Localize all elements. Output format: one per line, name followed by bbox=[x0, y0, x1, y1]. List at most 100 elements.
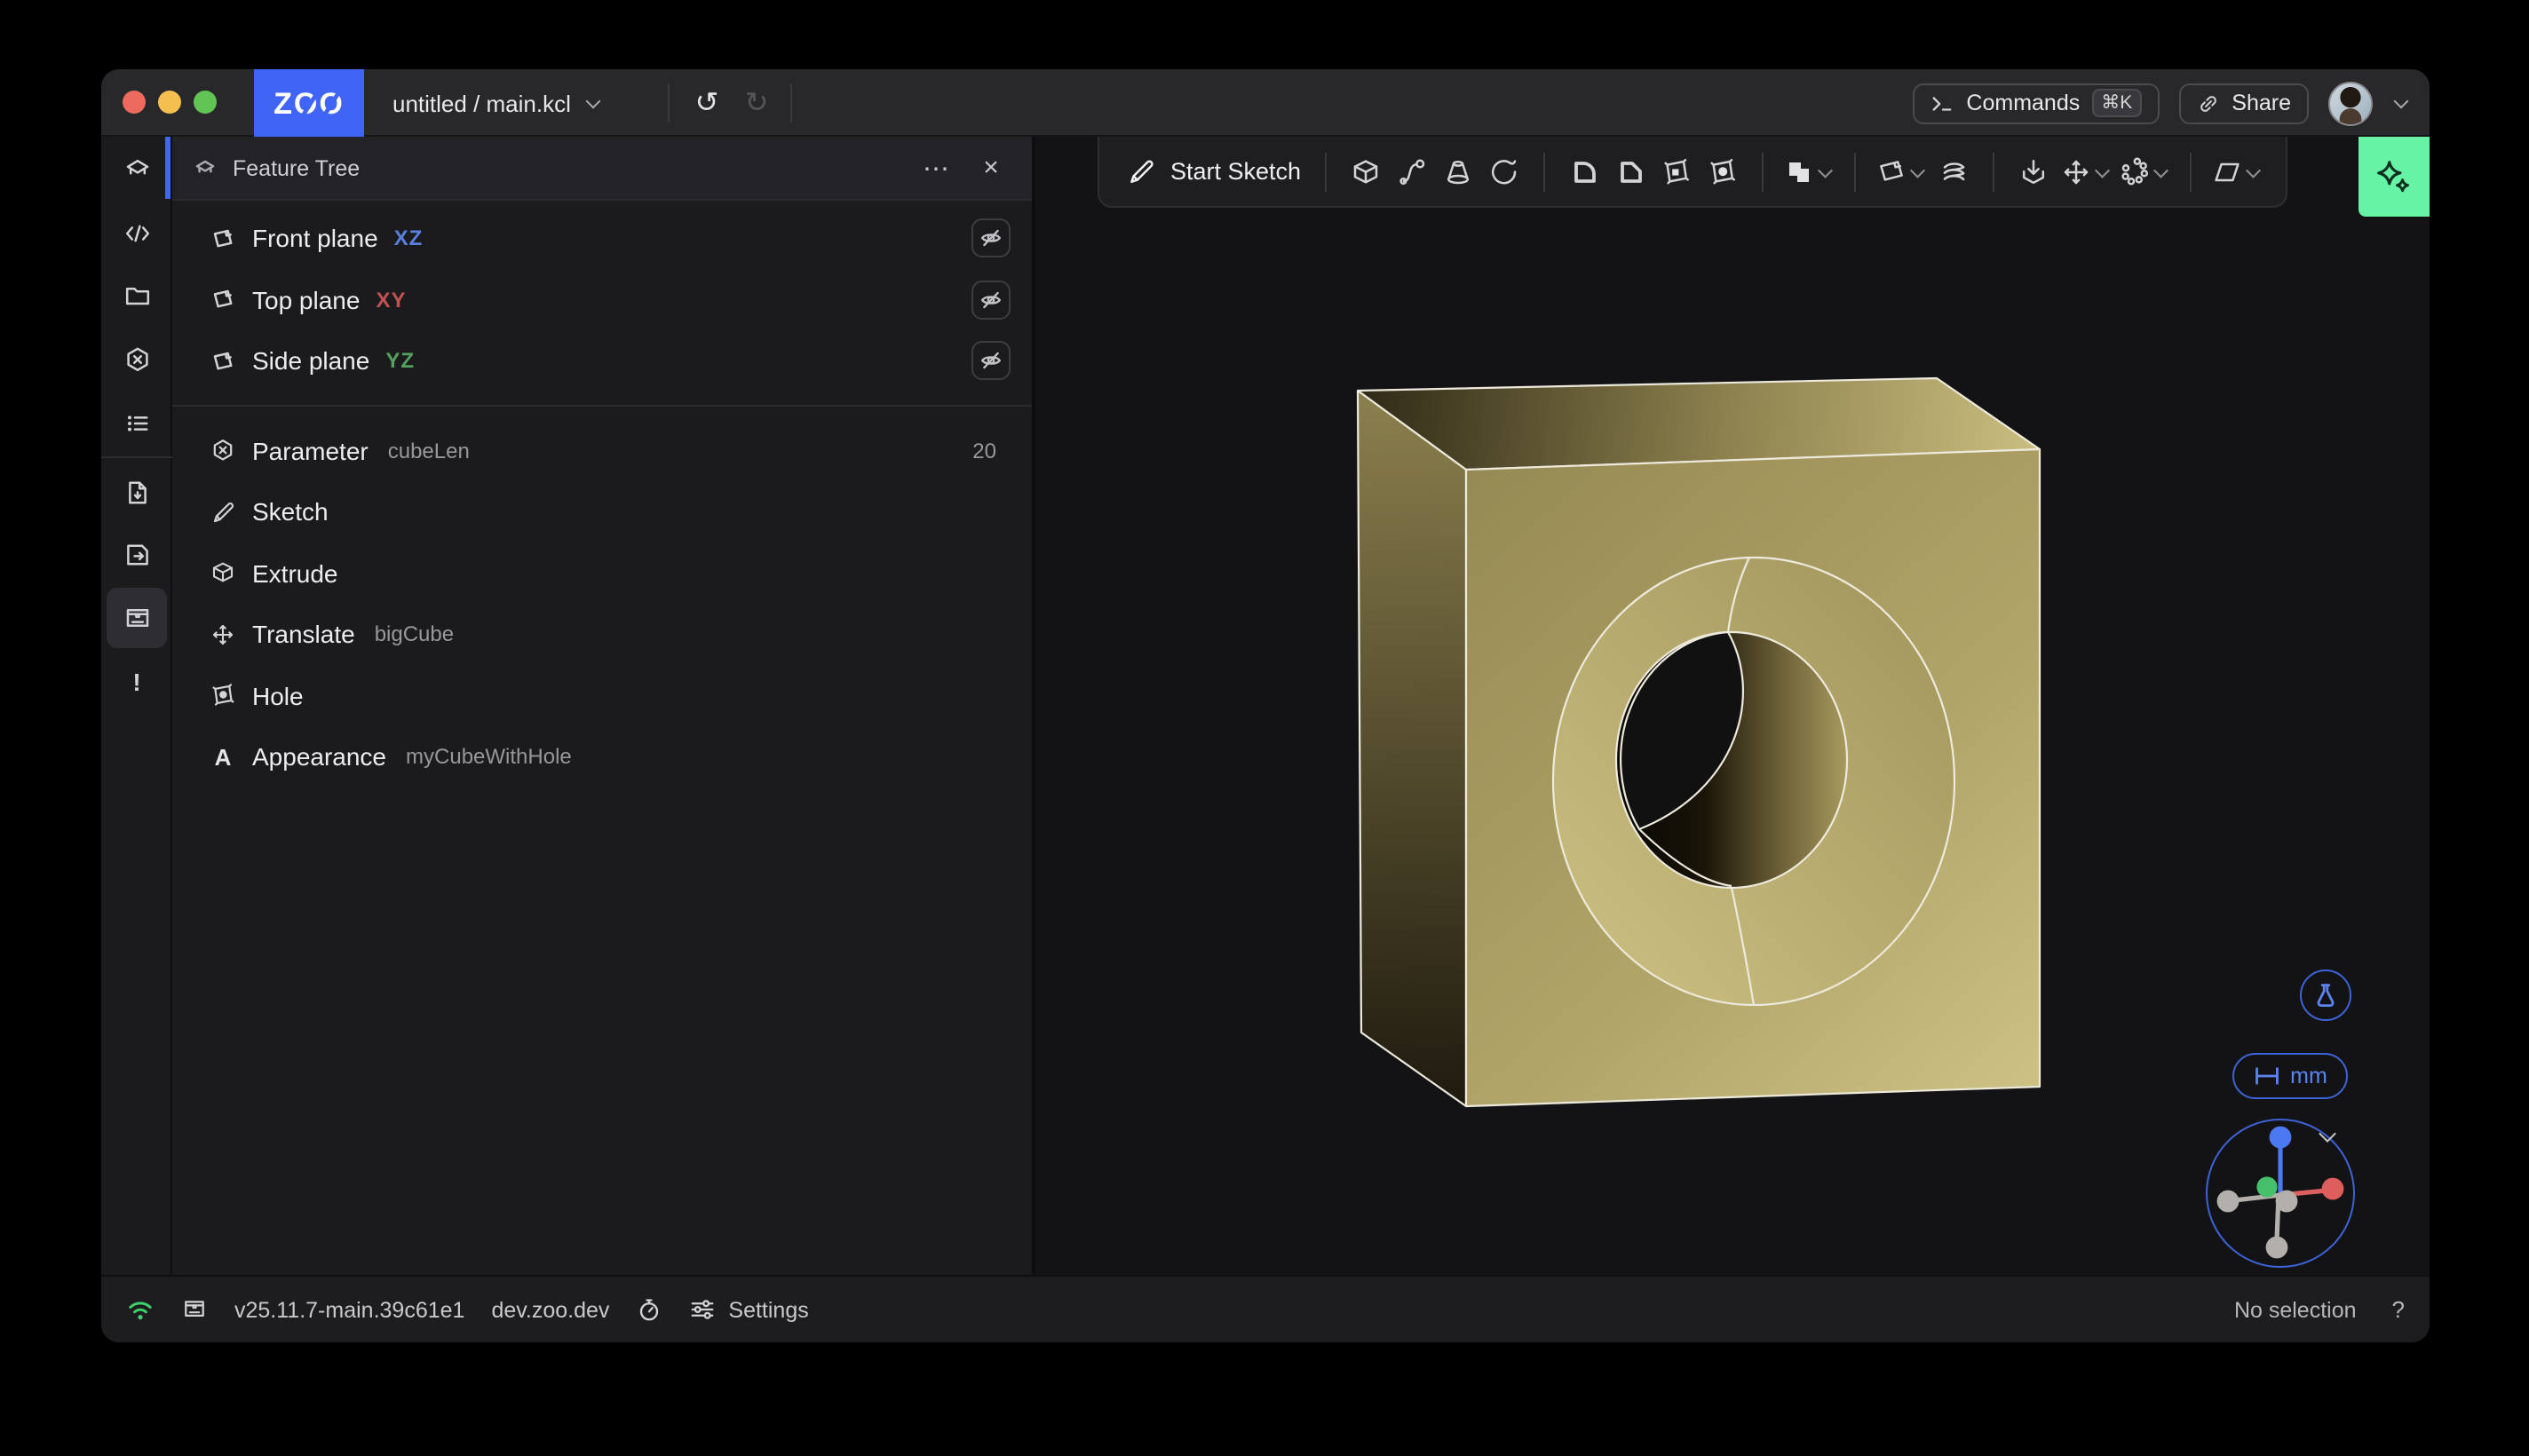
transform-button[interactable] bbox=[2056, 146, 2114, 196]
variables-hexagon-icon bbox=[122, 344, 152, 375]
sweep-button[interactable] bbox=[1388, 146, 1434, 196]
extrude-button[interactable] bbox=[1342, 146, 1388, 196]
tree-row-extrude[interactable]: Extrude bbox=[172, 542, 1032, 604]
sidebar-item-project-files[interactable] bbox=[107, 267, 167, 324]
gizmo-neg-x-dot[interactable] bbox=[2217, 1191, 2240, 1213]
gizmo-x-axis-dot[interactable] bbox=[2322, 1178, 2344, 1200]
feature-tree-list: Front plane XZ Top plane bbox=[172, 201, 1032, 787]
gizmo-y-axis-dot[interactable] bbox=[2256, 1176, 2277, 1197]
sidebar-item-logs[interactable] bbox=[107, 395, 167, 452]
project-name-menu[interactable]: untitled / main.kcl bbox=[392, 69, 601, 137]
viewport-3d[interactable]: Start Sketch bbox=[1035, 137, 2430, 1275]
flask-icon bbox=[2312, 982, 2339, 1009]
plane-label: Side plane bbox=[252, 347, 369, 376]
toolbar-divider bbox=[1992, 152, 1994, 191]
offset-plane-icon bbox=[1875, 155, 1907, 187]
tree-row-parameter[interactable]: Parameter cubeLen 20 bbox=[172, 420, 1032, 481]
user-avatar[interactable] bbox=[2328, 81, 2373, 125]
network-status-button[interactable] bbox=[126, 1296, 155, 1323]
project-name: untitled / main.kcl bbox=[392, 90, 571, 116]
construction-plane-button[interactable] bbox=[2207, 146, 2265, 196]
experimental-features-button[interactable] bbox=[2300, 969, 2351, 1021]
zoo-logo[interactable]: ZOO bbox=[254, 69, 364, 137]
feature-detail: bigCube bbox=[375, 622, 454, 647]
sidebar-item-variables[interactable] bbox=[107, 331, 167, 388]
undo-button[interactable]: ↺ bbox=[687, 83, 726, 123]
zoom-window-button[interactable] bbox=[194, 91, 217, 114]
revolve-button[interactable] bbox=[1480, 146, 1526, 196]
chamfer-button[interactable] bbox=[1606, 146, 1653, 196]
tree-row-translate[interactable]: Translate bigCube bbox=[172, 604, 1032, 665]
sidebar-item-report-a-bug[interactable]: ! bbox=[107, 653, 167, 710]
tree-row-sketch[interactable]: Sketch bbox=[172, 481, 1032, 542]
sidebar-item-make[interactable] bbox=[107, 588, 167, 648]
user-menu-chevron-icon[interactable] bbox=[2392, 95, 2408, 111]
commands-button[interactable]: Commands ⌘K bbox=[1913, 83, 2159, 123]
help-button[interactable]: ? bbox=[2392, 1296, 2405, 1323]
eye-slash-icon bbox=[979, 288, 1003, 313]
toggle-visibility-button[interactable] bbox=[971, 342, 1011, 381]
offset-plane-button[interactable] bbox=[1871, 146, 1930, 196]
boolean-button[interactable] bbox=[1779, 146, 1837, 196]
machines-button[interactable] bbox=[181, 1296, 208, 1323]
tree-row-top-plane[interactable]: Top plane XY bbox=[172, 269, 1032, 330]
redo-button[interactable]: ↻ bbox=[737, 83, 776, 123]
titlebar-divider bbox=[790, 83, 792, 123]
file-import-icon bbox=[122, 477, 152, 507]
helix-icon bbox=[1937, 155, 1969, 187]
feature-label: Parameter bbox=[252, 437, 369, 465]
shell-button[interactable] bbox=[1653, 146, 1699, 196]
panel-close-button[interactable]: × bbox=[971, 148, 1011, 187]
toggle-visibility-button[interactable] bbox=[971, 219, 1011, 258]
tree-row-front-plane[interactable]: Front plane XZ bbox=[172, 208, 1032, 269]
units-button[interactable]: mm bbox=[2232, 1053, 2348, 1099]
fillet-button[interactable] bbox=[1560, 146, 1606, 196]
tree-row-appearance[interactable]: A Appearance myCubeWithHole bbox=[172, 726, 1032, 787]
feature-tree-panel: Feature Tree ⋯ × Front plane XZ bbox=[172, 137, 1035, 1275]
chevron-down-icon bbox=[2153, 163, 2169, 179]
settings-button[interactable]: Settings bbox=[689, 1296, 808, 1323]
toolbar-divider bbox=[1761, 152, 1763, 191]
feature-tree-header: Feature Tree ⋯ × bbox=[172, 137, 1032, 201]
letter-a-icon: A bbox=[210, 744, 236, 771]
tree-divider bbox=[172, 404, 1032, 406]
telemetry-button[interactable] bbox=[636, 1296, 662, 1323]
sidebar-item-export[interactable] bbox=[107, 526, 167, 583]
loft-icon bbox=[1441, 155, 1473, 187]
share-button[interactable]: Share bbox=[2178, 83, 2309, 123]
tree-row-hole[interactable]: Hole bbox=[172, 665, 1032, 726]
loft-button[interactable] bbox=[1434, 146, 1480, 196]
panel-menu-button[interactable]: ⋯ bbox=[916, 148, 955, 187]
gizmo-center-dot[interactable] bbox=[2276, 1191, 2298, 1213]
tree-row-side-plane[interactable]: Side plane YZ bbox=[172, 330, 1032, 392]
gizmo-neg-z-dot[interactable] bbox=[2266, 1237, 2288, 1259]
pattern-button[interactable] bbox=[2114, 146, 2173, 196]
extrude-icon bbox=[1349, 155, 1381, 187]
hole-button[interactable] bbox=[1699, 146, 1745, 196]
toggle-visibility-button[interactable] bbox=[971, 281, 1011, 320]
stopwatch-icon bbox=[636, 1296, 662, 1323]
sidebar-item-feature-tree[interactable] bbox=[107, 140, 167, 197]
start-sketch-button[interactable]: Start Sketch bbox=[1119, 156, 1308, 186]
helix-button[interactable] bbox=[1930, 146, 1976, 196]
printer-3d-icon bbox=[181, 1296, 208, 1323]
axis-tag: YZ bbox=[385, 349, 415, 374]
app-window: ZOO untitled / main.kcl ↺ ↻ bbox=[101, 69, 2430, 1342]
fillet-icon bbox=[1567, 155, 1599, 187]
insert-button[interactable] bbox=[2010, 146, 2056, 196]
feature-tree-icon bbox=[194, 157, 217, 178]
cube-with-hole-model[interactable] bbox=[1035, 137, 2426, 1275]
eye-slash-icon bbox=[979, 226, 1003, 251]
gizmo-menu-chevron[interactable] bbox=[2318, 1126, 2339, 1143]
minimize-window-button[interactable] bbox=[158, 91, 181, 114]
plane-label: Top plane bbox=[252, 286, 360, 314]
plane-label: Front plane bbox=[252, 225, 378, 253]
sidebar-item-kcl-code[interactable] bbox=[107, 205, 167, 262]
close-window-button[interactable] bbox=[123, 91, 146, 114]
feature-detail: myCubeWithHole bbox=[406, 745, 572, 770]
traffic-lights bbox=[123, 91, 217, 114]
link-icon bbox=[2196, 91, 2219, 115]
text-to-cad-button[interactable] bbox=[2359, 137, 2430, 217]
sidebar-item-import[interactable] bbox=[107, 463, 167, 520]
gizmo-z-axis-dot[interactable] bbox=[2270, 1127, 2292, 1149]
